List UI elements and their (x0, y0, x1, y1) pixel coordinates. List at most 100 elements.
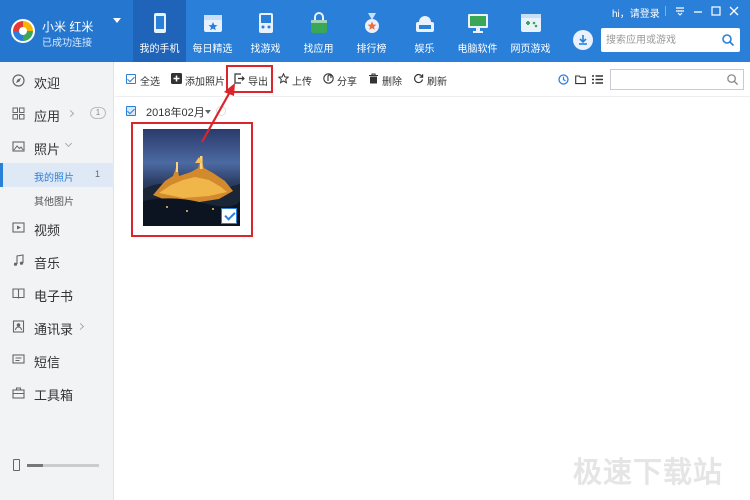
window-controls-divider (665, 6, 666, 16)
photo-highlight-box (131, 122, 253, 237)
add-photo-label: 添加照片 (185, 77, 225, 88)
close-icon[interactable] (727, 4, 741, 18)
group-checkbox[interactable] (126, 106, 136, 116)
sidebar-item-label: 应用 (34, 109, 61, 124)
download-manager-button[interactable] (573, 30, 593, 50)
book-icon (12, 288, 25, 299)
medal-icon (365, 13, 379, 33)
folder-view-icon[interactable] (575, 74, 586, 85)
device-dropdown-icon[interactable] (113, 18, 121, 23)
sidebar-item-label: 短信 (34, 355, 61, 370)
nav-pc-software[interactable]: 电脑软件 (451, 0, 504, 62)
device-status: 已成功连接 (42, 38, 92, 49)
nav-label: 排行榜 (356, 44, 387, 55)
select-all-label: 全选 (140, 77, 160, 88)
sidebar-subitem-my-photos[interactable]: 我的照片 1 (0, 163, 114, 187)
nav-label: 找游戏 (250, 44, 281, 55)
chevron-down-icon[interactable] (205, 110, 211, 114)
sidebar-item-video[interactable]: 视频 (0, 211, 114, 244)
message-icon (12, 354, 25, 364)
sidebar-item-toolbox[interactable]: 工具箱 (0, 376, 114, 409)
contacts-icon (12, 320, 25, 333)
nav-label: 找应用 (303, 44, 334, 55)
phone-icon (154, 13, 166, 33)
sidebar-item-sms[interactable]: 短信 (0, 343, 114, 376)
timeline-view-icon[interactable] (558, 74, 569, 85)
maximize-icon[interactable] (709, 4, 723, 18)
image-icon (12, 141, 25, 152)
web-game-icon (521, 14, 541, 32)
device-panel[interactable]: 小米 红米 已成功连接 (0, 0, 133, 62)
apps-update-badge: 1 (90, 107, 106, 119)
sidebar-item-welcome[interactable]: 欢迎 (0, 64, 114, 97)
calendar-star-icon (204, 15, 222, 32)
minimize-icon[interactable] (691, 4, 705, 18)
my-photos-count: 1 (95, 169, 101, 179)
site-watermark: 极速下载站 (573, 455, 724, 489)
search-icon[interactable] (726, 73, 739, 86)
upload-label: 上传 (292, 77, 312, 88)
sidebar-item-label: 电子书 (34, 289, 74, 304)
sidebar-subitem-label: 我的照片 (34, 173, 74, 184)
sidebar-item-label: 照片 (34, 142, 61, 157)
sidebar-item-music[interactable]: 音乐 (0, 244, 114, 277)
nav-web-games[interactable]: 网页游戏 (504, 0, 557, 62)
sidebar-subitem-other-images[interactable]: 其他图片 (0, 187, 114, 211)
plus-square-icon (171, 73, 182, 84)
nav-rankings[interactable]: 排行榜 (345, 0, 398, 62)
chevron-down-icon (64, 139, 73, 148)
cloud-box-icon (416, 16, 434, 32)
video-icon (12, 222, 25, 233)
monitor-icon (468, 14, 488, 33)
sidebar-item-label: 工具箱 (34, 388, 74, 403)
nav-label: 每日精选 (192, 44, 233, 55)
group-info-icon (216, 106, 226, 116)
nav-daily-picks[interactable]: 每日精选 (186, 0, 239, 62)
download-icon (579, 35, 587, 45)
refresh-icon (414, 73, 424, 84)
refresh-label: 刷新 (427, 77, 447, 88)
storage-capacity[interactable] (13, 459, 105, 471)
top-header: 小米 红米 已成功连接 我的手机 每日精选 找游戏 找应用 排行榜 娱乐 电脑软… (0, 0, 750, 62)
list-view-icon[interactable] (592, 74, 603, 85)
sidebar-item-ebooks[interactable]: 电子书 (0, 277, 114, 310)
delete-label: 删除 (382, 77, 402, 88)
device-name: 小米 红米 (42, 20, 94, 34)
chevron-right-icon (76, 322, 85, 331)
sidebar-item-label: 欢迎 (34, 76, 61, 91)
sidebar: 欢迎 应用 1 照片 我的照片 1 其他图片 视频 音乐 电子书 通讯录 短信 (0, 62, 114, 500)
sidebar-item-label: 通讯录 (34, 322, 74, 337)
sidebar-item-photos[interactable]: 照片 (0, 130, 114, 163)
nav-label: 网页游戏 (510, 44, 551, 55)
app-logo-icon (11, 19, 35, 43)
nav-find-games[interactable]: 找游戏 (239, 0, 292, 62)
main-nav: 我的手机 每日精选 找游戏 找应用 排行榜 娱乐 电脑软件 网页游戏 (133, 0, 557, 62)
storage-bar (27, 464, 99, 467)
storage-bar-fill (27, 464, 43, 467)
photo-search (610, 69, 744, 90)
grid-icon (12, 107, 25, 120)
store-search-input[interactable] (606, 31, 718, 49)
nav-find-apps[interactable]: 找应用 (292, 0, 345, 62)
photo-search-input[interactable] (615, 72, 723, 87)
shopping-bag-icon (311, 12, 327, 33)
sidebar-item-label: 音乐 (34, 256, 61, 271)
nav-label: 娱乐 (414, 44, 435, 55)
group-date-label: 2018年02月 (146, 107, 205, 119)
nav-entertainment[interactable]: 娱乐 (398, 0, 451, 62)
menu-icon[interactable] (673, 4, 687, 18)
sidebar-subitem-label: 其他图片 (34, 197, 74, 208)
checkbox-icon (126, 74, 136, 84)
share-icon (323, 73, 334, 84)
toolbox-icon (12, 387, 25, 399)
share-label: 分享 (337, 77, 357, 88)
sidebar-item-apps[interactable]: 应用 1 (0, 97, 114, 130)
nav-label: 电脑软件 (457, 44, 498, 55)
music-icon (13, 254, 24, 266)
store-search (601, 28, 740, 52)
nav-my-phone[interactable]: 我的手机 (133, 0, 186, 62)
login-link[interactable]: hi，请登录 (612, 5, 660, 20)
sidebar-item-contacts[interactable]: 通讯录 (0, 310, 114, 343)
search-icon[interactable] (721, 33, 735, 47)
gamepad-icon (259, 13, 273, 33)
